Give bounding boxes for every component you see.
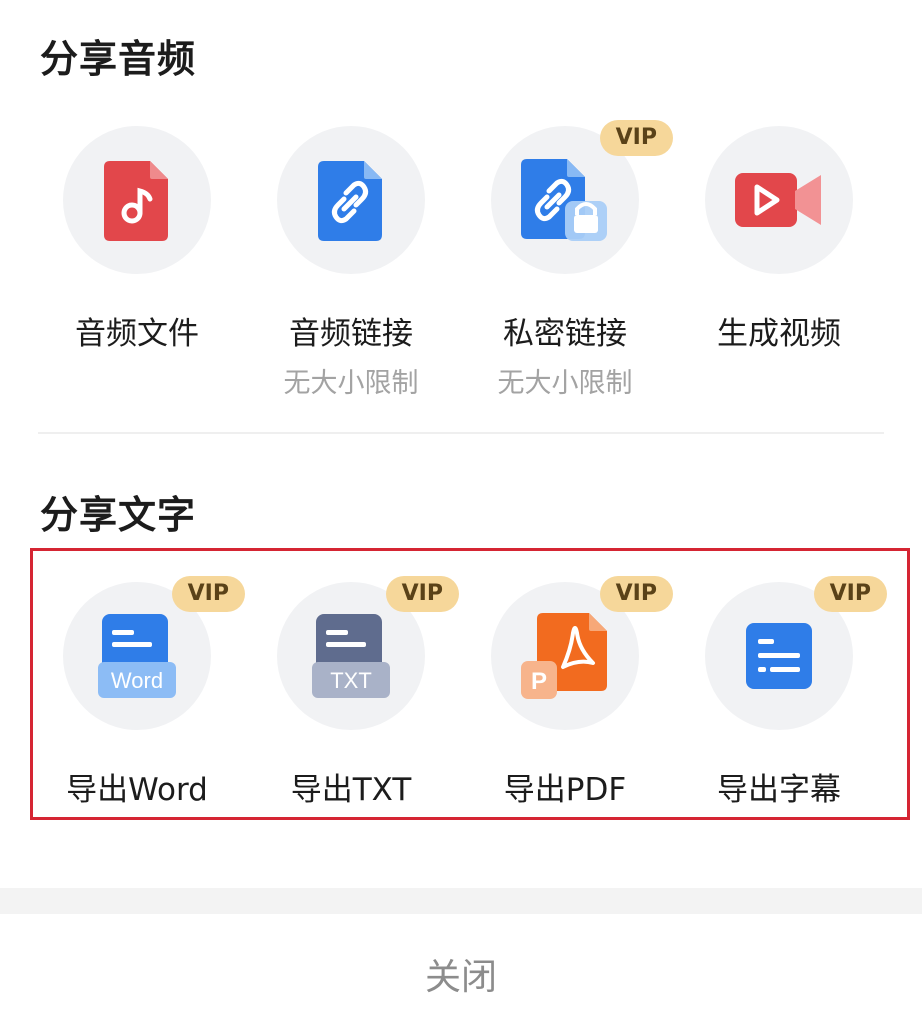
export-word-label: 导出Word [66, 772, 208, 808]
close-button[interactable]: 关闭 [0, 914, 922, 1033]
audio-file-label: 音频文件 [75, 316, 199, 352]
video-icon [733, 169, 825, 231]
export-subtitle-label: 导出字幕 [717, 772, 841, 808]
txt-doc-icon: TXT [310, 612, 392, 700]
vip-badge: VIP [599, 576, 673, 612]
audio-file-icon [102, 157, 172, 243]
private-link-sublabel: 无大小限制 [497, 368, 633, 399]
vip-badge: VIP [171, 576, 245, 612]
audio-share-grid: 音频文件 音频链接 无大小限制 VIP 私密链接 无大小限制 生成视频 [30, 120, 886, 400]
txt-icon-wrapper: VIP TXT [277, 576, 459, 730]
private-link-icon-wrapper: VIP [491, 120, 673, 274]
text-section-title: 分享文字 [40, 493, 197, 537]
export-subtitle-button[interactable]: VIP 导出字幕 [672, 576, 887, 809]
link-file-icon [316, 157, 386, 243]
subtitle-icon [744, 621, 814, 691]
export-txt-button[interactable]: VIP TXT 导出TXT [244, 576, 459, 809]
generate-video-button[interactable]: 生成视频 [672, 126, 886, 400]
vip-badge: VIP [385, 576, 459, 612]
footer-separator [0, 888, 922, 914]
generate-video-label: 生成视频 [717, 316, 841, 352]
audio-link-sublabel: 无大小限制 [283, 368, 419, 399]
video-icon-wrapper [705, 126, 853, 274]
audio-link-label: 音频链接 [289, 316, 413, 352]
txt-icon-text: TXT [330, 668, 372, 693]
vip-badge: VIP [599, 120, 673, 156]
export-pdf-button[interactable]: VIP P 导出PDF [458, 576, 673, 809]
section-divider [38, 432, 884, 434]
word-icon-text: Word [111, 668, 163, 693]
export-word-button[interactable]: VIP Word 导出Word [30, 576, 245, 809]
audio-file-icon-wrapper [63, 126, 211, 274]
audio-section-title: 分享音频 [40, 37, 197, 81]
pdf-icon-wrapper: VIP P [491, 576, 673, 730]
audio-link-icon-wrapper [277, 126, 425, 274]
pdf-doc-icon: P [519, 611, 611, 701]
export-txt-label: 导出TXT [290, 772, 412, 808]
export-pdf-label: 导出PDF [503, 772, 627, 808]
pdf-icon-text: P [531, 668, 547, 695]
word-icon-wrapper: VIP Word [63, 576, 245, 730]
share-private-link-button[interactable]: VIP 私密链接 无大小限制 [458, 120, 673, 400]
vip-badge: VIP [813, 576, 887, 612]
share-audio-file-button[interactable]: 音频文件 [30, 126, 244, 400]
share-audio-link-button[interactable]: 音频链接 无大小限制 [244, 126, 458, 400]
private-link-label: 私密链接 [503, 316, 627, 352]
word-doc-icon: Word [96, 612, 178, 700]
text-share-grid: VIP Word 导出Word VIP TXT 导出TXT VIP P 导出PD… [30, 576, 887, 809]
share-sheet: 分享音频 音频文件 音频链接 无大小限制 VIP 私密链接 无大小限制 生成视频… [0, 0, 922, 1033]
locked-link-icon [519, 155, 611, 245]
subtitle-icon-wrapper: VIP [705, 576, 887, 730]
